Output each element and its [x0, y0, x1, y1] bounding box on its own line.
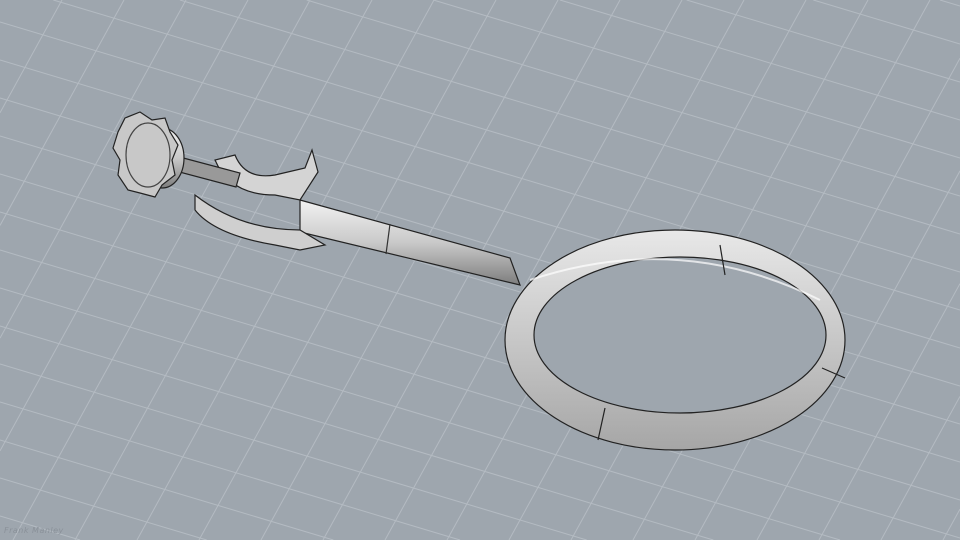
grid-line [813, 0, 960, 45]
grid-line [880, 396, 960, 540]
ring-stand-object[interactable] [112, 111, 846, 451]
grid-line [939, 0, 960, 7]
grid-line [559, 0, 960, 121]
grid-line [0, 439, 334, 540]
3d-viewport[interactable] [0, 0, 960, 540]
grid-line [12, 0, 311, 540]
signature: Frank Manley [4, 526, 64, 535]
grid-line [0, 0, 63, 113]
grid-line [0, 363, 587, 540]
grid-line [686, 0, 960, 83]
ring-inner [533, 256, 827, 414]
grid-line [136, 0, 435, 540]
grid-line [433, 0, 960, 159]
grid-line [198, 0, 497, 540]
grid-line [0, 401, 461, 540]
grid-line [0, 0, 249, 452]
grid-line [74, 0, 373, 540]
grid-line [0, 0, 125, 226]
